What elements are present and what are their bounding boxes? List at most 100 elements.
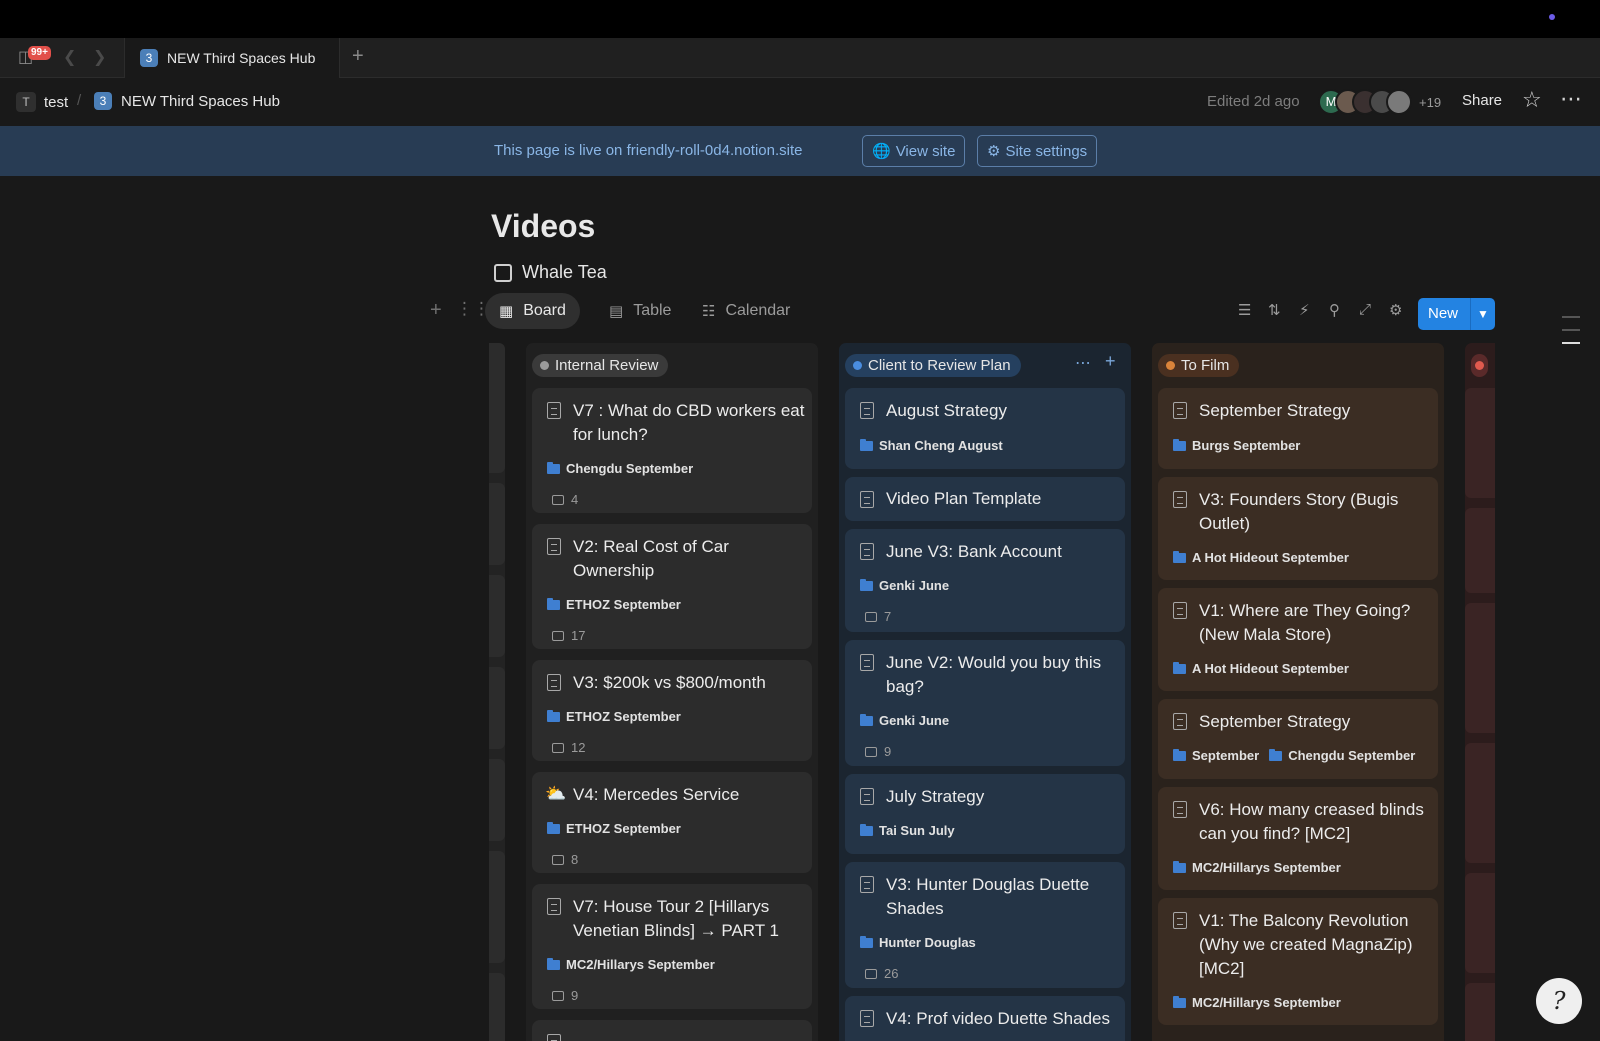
column-title: Client to Review Plan [868, 357, 1011, 374]
card-title: July Strategy [886, 787, 985, 806]
board-column-partial [1465, 343, 1495, 1041]
tab-new-third-spaces-hub[interactable]: 3 NEW Third Spaces Hub [124, 38, 340, 78]
linked-database-label: Whale Tea [522, 262, 607, 282]
site-settings-button[interactable]: ⚙ Site settings [977, 135, 1098, 167]
folder-icon [1173, 438, 1186, 451]
card-tag: Hunter Douglas [860, 935, 976, 950]
card-title: V6: How many creased blinds can you find… [1199, 800, 1424, 843]
column-title: Internal Review [555, 357, 659, 374]
expand-icon[interactable]: ⤢ [1359, 301, 1371, 318]
board-card[interactable]: V7: House Tour 2 [Hillarys Venetian Blin… [532, 884, 812, 1009]
tab-calendar-label: Calendar [725, 302, 791, 319]
collaborator-avatars[interactable]: M [1318, 89, 1418, 115]
folder-icon [547, 821, 560, 834]
page-icon [860, 788, 874, 805]
more-collaborators-count[interactable]: +19 [1419, 95, 1441, 110]
card-title: Video Plan Template [886, 489, 1042, 508]
breadcrumb-workspace[interactable]: T test [16, 92, 68, 112]
board-card[interactable] [532, 1020, 812, 1041]
page-icon [1173, 912, 1187, 929]
search-icon[interactable]: ⚲ [1329, 301, 1340, 319]
folder-icon [860, 935, 873, 948]
back-icon[interactable]: ❮ [63, 48, 76, 68]
status-dot [540, 361, 549, 370]
tab-table[interactable]: ▤ Table [595, 293, 685, 329]
board-column-partial [489, 343, 505, 1041]
page-icon [547, 402, 561, 419]
page-icon [1173, 402, 1187, 419]
board-card[interactable]: V3: Founders Story (Bugis Outlet) A Hot … [1158, 477, 1438, 580]
column-header[interactable] [1471, 354, 1488, 377]
share-button[interactable]: Share [1462, 92, 1502, 109]
board-card[interactable]: July Strategy Tai Sun July [845, 774, 1125, 854]
page-icon [860, 491, 874, 508]
comment-icon [552, 990, 564, 1001]
linked-database-link[interactable]: Whale Tea [494, 262, 607, 283]
more-options-icon[interactable]: ⋯ [1560, 86, 1583, 112]
board-card[interactable]: ⛅ V4: Mercedes Service ETHOZ September 8 [532, 772, 812, 873]
column-header[interactable]: To Film [1158, 354, 1240, 377]
new-tab-icon[interactable]: + [352, 46, 364, 66]
tab-calendar[interactable]: ☷ Calendar [688, 293, 804, 329]
page-icon [547, 674, 561, 691]
automation-bolt-icon[interactable]: ⚡ [1299, 301, 1310, 319]
column-header[interactable]: Client to Review Plan [845, 354, 1021, 377]
card-tag: ETHOZ September [547, 821, 681, 836]
card-title: V3: Founders Story (Bugis Outlet) [1199, 490, 1399, 533]
page-icon [547, 898, 561, 915]
forward-icon[interactable]: ❯ [93, 48, 106, 68]
column-more-icon[interactable]: ⋯ [1075, 353, 1091, 373]
column-title: To Film [1181, 357, 1230, 374]
comment-icon [865, 611, 877, 622]
page-icon [1173, 713, 1187, 730]
column-header[interactable]: Internal Review [532, 354, 669, 377]
card-tag: ETHOZ September [547, 709, 681, 724]
board-card[interactable]: V3: Hunter Douglas Duette Shades Hunter … [845, 862, 1125, 988]
published-site-banner: This page is live on friendly-roll-0d4.n… [0, 126, 1600, 176]
card-title: V1: Where are They Going? (New Mala Stor… [1199, 601, 1411, 644]
board-card[interactable]: June V2: Would you buy this bag? Genki J… [845, 640, 1125, 766]
board-card[interactable]: V4: Prof video Duette Shades [845, 996, 1125, 1041]
page-icon [860, 543, 874, 560]
favorite-star-icon[interactable]: ☆ [1522, 87, 1542, 113]
comment-count: 9 [865, 744, 891, 759]
board-card[interactable]: Video Plan Template [845, 477, 1125, 521]
folder-icon [860, 438, 873, 451]
folder-icon [860, 578, 873, 591]
chevron-down-icon[interactable]: ▼ [1470, 298, 1495, 330]
new-button[interactable]: New ▼ [1418, 298, 1495, 330]
card-title: September Strategy [1199, 401, 1351, 420]
board-card[interactable]: September Strategy Burgs September [1158, 388, 1438, 469]
card-tag: Genki June [860, 713, 949, 728]
cloud-sun-icon: ⛅ [545, 784, 567, 803]
page-icon [1173, 491, 1187, 508]
filter-icon[interactable]: ☰ [1238, 301, 1251, 319]
status-dot [1475, 361, 1484, 370]
card-tag: A Hot Hideout September [1173, 661, 1349, 676]
tab-board[interactable]: ▦ Board [485, 293, 580, 329]
folder-icon [1173, 748, 1186, 761]
board-card[interactable]: V7 : What do CBD workers eat for lunch? … [532, 388, 812, 513]
view-settings-icon[interactable]: ⚙ [1389, 301, 1402, 319]
add-block-icon[interactable]: + [430, 299, 442, 322]
view-site-button[interactable]: 🌐 View site [862, 135, 966, 167]
board-card[interactable]: V1: The Balcony Revolution (Why we creat… [1158, 898, 1438, 1025]
breadcrumb-page[interactable]: 3 NEW Third Spaces Hub [94, 92, 280, 110]
board-card[interactable]: June V3: Bank Account Genki June 7 [845, 529, 1125, 632]
help-button[interactable]: ? [1536, 978, 1582, 1024]
board-card[interactable]: September Strategy September Chengdu Sep… [1158, 699, 1438, 779]
board-card[interactable]: V1: Where are They Going? (New Mala Stor… [1158, 588, 1438, 691]
board-card[interactable]: August Strategy Shan Cheng August [845, 388, 1125, 469]
column-add-icon[interactable]: + [1105, 351, 1116, 372]
sort-icon[interactable]: ⇅ [1268, 301, 1281, 319]
board-card[interactable]: V3: $200k vs $800/month ETHOZ September … [532, 660, 812, 761]
page-title: Videos [491, 208, 596, 244]
page-outline-markers[interactable] [1562, 316, 1580, 355]
board-card[interactable]: V6: How many creased blinds can you find… [1158, 787, 1438, 890]
tab-table-label: Table [633, 302, 672, 319]
board-column-client-to-review-plan: Client to Review Plan ⋯ + August Strateg… [839, 343, 1131, 1041]
page-icon [1173, 801, 1187, 818]
card-title: V4: Mercedes Service [573, 785, 740, 804]
card-tag: Chengdu September [547, 461, 693, 476]
board-card[interactable]: V2: Real Cost of Car Ownership ETHOZ Sep… [532, 524, 812, 649]
